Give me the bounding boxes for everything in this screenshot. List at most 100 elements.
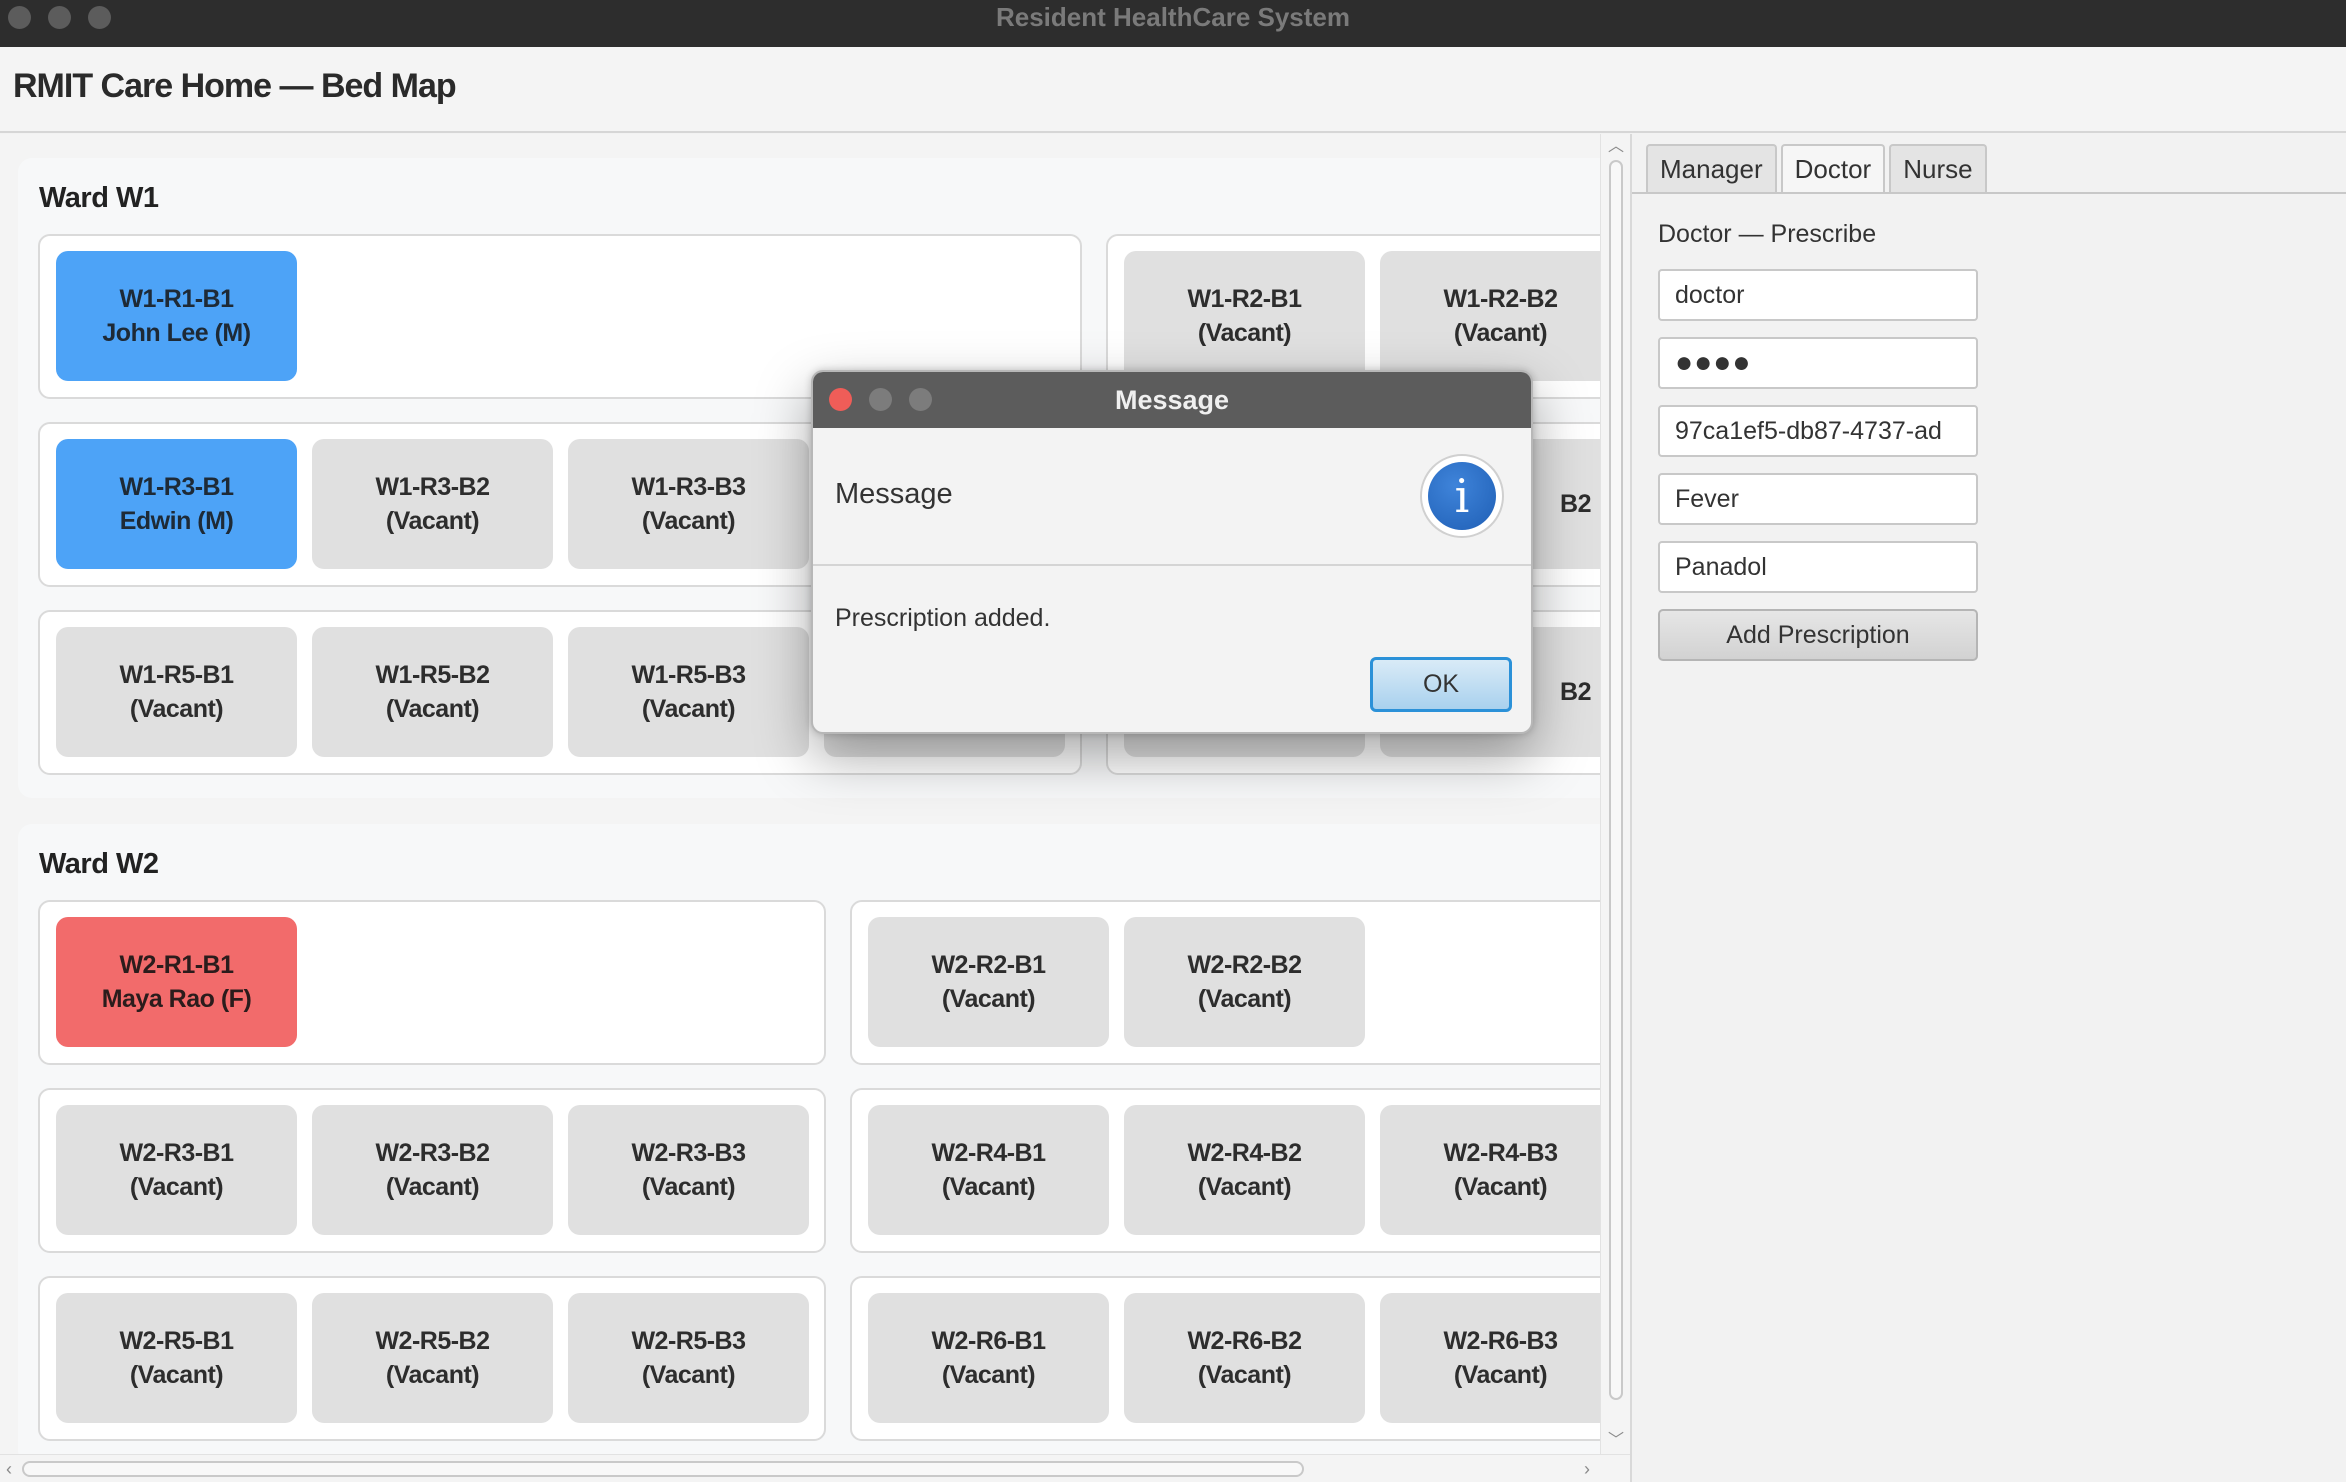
bed-id: W1-R3-B1 <box>119 473 234 501</box>
info-icon: i <box>1420 454 1504 538</box>
room-w2-r1: W2-R1-B1 Maya Rao (F) <box>38 900 826 1065</box>
bed-occupant: (Vacant) <box>385 1173 480 1201</box>
bed-w2-r5-b1[interactable]: W2-R5-B1 (Vacant) <box>56 1293 297 1423</box>
tab-nurse[interactable]: Nurse <box>1889 144 1987 193</box>
bed-occupant: (Vacant) <box>129 695 224 723</box>
bed-id: W1-R5-B3 <box>631 661 746 689</box>
ward-w2: Ward W2 W2-R1-B1 Maya Rao (F) W2-R2-B1 (… <box>18 824 1600 1454</box>
bed-occupant: (Vacant) <box>129 1173 224 1201</box>
room-w2-r4: W2-R4-B1 (Vacant) W2-R4-B2 (Vacant) W2-R… <box>850 1088 1600 1253</box>
tabs-divider <box>1632 192 2346 194</box>
bed-id: W1-R3-B2 <box>375 473 490 501</box>
bed-id: W2-R3-B1 <box>119 1139 234 1167</box>
bed-w1-r5-b2[interactable]: W1-R5-B2 (Vacant) <box>312 627 553 757</box>
bed-occupant: (Vacant) <box>1453 1361 1548 1389</box>
bed-id: W1-R5-B2 <box>375 661 490 689</box>
bed-w1-r2-b2[interactable]: W1-R2-B2 (Vacant) <box>1380 251 1600 381</box>
scroll-up-icon[interactable]: ︿ <box>1607 138 1625 156</box>
scroll-down-icon[interactable]: ﹀ <box>1607 1432 1625 1450</box>
add-prescription-button[interactable]: Add Prescription <box>1658 609 1978 661</box>
bed-id: W1-R1-B1 <box>119 285 234 313</box>
bed-id: W1-R2-B2 <box>1443 285 1558 313</box>
bed-w1-r5-b1[interactable]: W1-R5-B1 (Vacant) <box>56 627 297 757</box>
window-title: Resident HealthCare System <box>995 2 1351 32</box>
bed-occupant: (Vacant) <box>385 1361 480 1389</box>
bed-w2-r6-b2[interactable]: W2-R6-B2 (Vacant) <box>1124 1293 1365 1423</box>
bed-occupant: Edwin (M) <box>119 507 234 535</box>
bed-w2-r4-b2[interactable]: W2-R4-B2 (Vacant) <box>1124 1105 1365 1235</box>
bed-occupant: (Vacant) <box>941 985 1036 1013</box>
scroll-right-icon[interactable]: › <box>1578 1459 1596 1479</box>
horizontal-scrollbar[interactable]: ‹ › <box>0 1454 1630 1482</box>
bed-w2-r2-b1[interactable]: W2-R2-B1 (Vacant) <box>868 917 1109 1047</box>
bed-id: W2-R5-B1 <box>119 1327 234 1355</box>
bed-id: W1-R3-B3 <box>631 473 746 501</box>
bed-occupant: (Vacant) <box>1197 1361 1292 1389</box>
bed-id: W2-R3-B2 <box>375 1139 490 1167</box>
room-w2-r6: W2-R6-B1 (Vacant) W2-R6-B2 (Vacant) W2-R… <box>850 1276 1600 1441</box>
dialog-header-text: Message <box>835 478 953 510</box>
scroll-left-icon[interactable]: ‹ <box>0 1459 18 1479</box>
resident-id-field[interactable]: 97ca1ef5-db87-4737-ad <box>1658 405 1978 457</box>
role-panel: Manager Doctor Nurse Doctor — Prescribe … <box>1630 134 2346 1482</box>
bed-occupant: John Lee (M) <box>102 319 251 347</box>
bed-w2-r6-b1[interactable]: W2-R6-B1 (Vacant) <box>868 1293 1109 1423</box>
window-titlebar: Resident HealthCare System <box>0 0 2346 47</box>
bed-occupant: (Vacant) <box>1453 319 1548 347</box>
bed-w1-r3-b1[interactable]: W1-R3-B1 Edwin (M) <box>56 439 297 569</box>
bed-w2-r3-b2[interactable]: W2-R3-B2 (Vacant) <box>312 1105 553 1235</box>
bed-w2-r5-b3[interactable]: W2-R5-B3 (Vacant) <box>568 1293 809 1423</box>
bed-id: W2-R2-B2 <box>1187 951 1302 979</box>
page-header: RMIT Care Home — Bed Map <box>0 47 2346 133</box>
section-title: Doctor — Prescribe <box>1658 220 1877 248</box>
medicine-field[interactable]: Panadol <box>1658 541 1978 593</box>
app-window: Resident HealthCare System RMIT Care Hom… <box>0 0 2346 1482</box>
bed-w2-r3-b1[interactable]: W2-R3-B1 (Vacant) <box>56 1105 297 1235</box>
bed-id: W2-R1-B1 <box>119 951 234 979</box>
bed-map-scroll-pane[interactable]: Ward W1 W1-R1-B1 John Lee (M) W1-R2-B1 (… <box>0 134 1600 1454</box>
bed-id: W2-R6-B2 <box>1187 1327 1302 1355</box>
info-icon-glyph: i <box>1428 462 1496 530</box>
bed-w1-r5-b3[interactable]: W1-R5-B3 (Vacant) <box>568 627 809 757</box>
bed-w2-r4-b3[interactable]: W2-R4-B3 (Vacant) <box>1380 1105 1600 1235</box>
bed-occupant: (Vacant) <box>641 1361 736 1389</box>
bed-id: W1-R5-B1 <box>119 661 234 689</box>
bed-w2-r3-b3[interactable]: W2-R3-B3 (Vacant) <box>568 1105 809 1235</box>
ward-title: Ward W1 <box>39 182 159 214</box>
tab-doctor[interactable]: Doctor <box>1780 144 1886 193</box>
condition-field[interactable]: Fever <box>1658 473 1978 525</box>
vertical-scrollbar[interactable]: ︿ ﹀ <box>1600 134 1630 1454</box>
bed-occupant: (Vacant) <box>641 1173 736 1201</box>
bed-w1-r1-b1[interactable]: W1-R1-B1 John Lee (M) <box>56 251 297 381</box>
bed-occupant: (Vacant) <box>941 1361 1036 1389</box>
dialog-header: Message i <box>813 428 1531 566</box>
bed-occupant: (Vacant) <box>941 1173 1036 1201</box>
bed-occupant: (Vacant) <box>1197 319 1292 347</box>
bed-w1-r2-b1[interactable]: W1-R2-B1 (Vacant) <box>1124 251 1365 381</box>
dialog-titlebar: Message <box>813 372 1531 428</box>
bed-w1-r3-b3[interactable]: W1-R3-B3 (Vacant) <box>568 439 809 569</box>
bed-w2-r2-b2[interactable]: W2-R2-B2 (Vacant) <box>1124 917 1365 1047</box>
tab-manager[interactable]: Manager <box>1646 144 1777 193</box>
dialog-title: Message <box>1114 385 1230 415</box>
bed-id: W2-R4-B2 <box>1187 1139 1302 1167</box>
ward-title: Ward W2 <box>39 848 159 880</box>
bed-id: W2-R2-B1 <box>931 951 1046 979</box>
bed-w2-r1-b1[interactable]: W2-R1-B1 Maya Rao (F) <box>56 917 297 1047</box>
username-field[interactable]: doctor <box>1658 269 1978 321</box>
bed-occupant: (Vacant) <box>1197 985 1292 1013</box>
vertical-scroll-thumb[interactable] <box>1609 160 1623 1400</box>
ok-button[interactable]: OK <box>1370 657 1512 712</box>
bed-w1-r3-b2[interactable]: W1-R3-B2 (Vacant) <box>312 439 553 569</box>
bed-id: W2-R4-B3 <box>1443 1139 1558 1167</box>
bed-occupant: (Vacant) <box>1453 1173 1548 1201</box>
bed-w2-r4-b1[interactable]: W2-R4-B1 (Vacant) <box>868 1105 1109 1235</box>
bed-w2-r6-b3[interactable]: W2-R6-B3 (Vacant) <box>1380 1293 1600 1423</box>
bed-id: W2-R5-B2 <box>375 1327 490 1355</box>
password-field[interactable]: ●●●● <box>1658 337 1978 389</box>
bed-occupant: (Vacant) <box>641 695 736 723</box>
bed-id: W2-R5-B3 <box>631 1327 746 1355</box>
bed-w2-r5-b2[interactable]: W2-R5-B2 (Vacant) <box>312 1293 553 1423</box>
role-tabs: Manager Doctor Nurse <box>1646 144 1987 193</box>
horizontal-scroll-thumb[interactable] <box>22 1461 1304 1477</box>
